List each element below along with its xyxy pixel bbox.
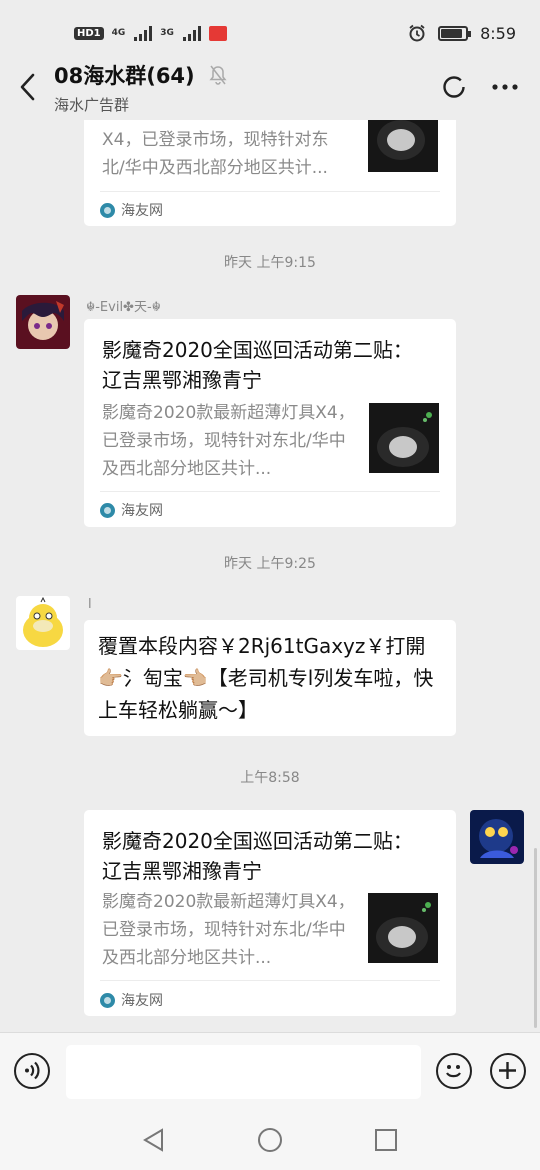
card-thumbnail <box>369 403 439 473</box>
plus-button[interactable] <box>490 1053 526 1089</box>
sender-nickname: ☬-Evil✤天-☬ <box>86 300 161 315</box>
card-title: 影魔奇2020全国巡回活动第二贴： 辽吉黑鄂湘豫青宁 <box>102 829 413 883</box>
chat-title: 08海水群(64) <box>54 63 195 88</box>
card-source: 海友网 <box>100 200 163 220</box>
network-3g-label: 3G <box>160 27 174 38</box>
hd-sub: 1 <box>93 27 101 39</box>
card-divider <box>100 980 440 981</box>
card-desc: 影魔奇2020款最新超薄灯具X4，已登录市场，现特针对东北/华中及西北部分地区共… <box>102 892 355 968</box>
alarm-icon <box>409 24 425 42</box>
clock: 8:59 <box>480 23 516 43</box>
card-source-label: 海友网 <box>121 503 163 519</box>
input-bar <box>0 1032 540 1112</box>
nav-back-icon[interactable] <box>140 1126 168 1154</box>
system-nav-bar <box>0 1112 540 1170</box>
scrollbar[interactable] <box>534 848 537 1028</box>
link-card-1[interactable]: X4，已登录市场，现特针对东 北/华中及西北部分地区共计... 海友网 <box>84 120 456 226</box>
hd-badge: HD1 <box>74 26 104 40</box>
text-message[interactable]: 覆置本段内容￥2Rj61tGaxyz￥打開👉🏼氵匋宝👈🏼【老司机专l列发车啦，快… <box>84 620 456 736</box>
more-icon[interactable] <box>492 84 518 90</box>
chat-subtitle: 海水广告群 <box>54 95 130 114</box>
timestamp: 昨天 上午9:25 <box>224 556 316 572</box>
timestamp: 上午8:58 <box>240 770 300 786</box>
back-button[interactable] <box>0 54 54 120</box>
card-source: 海友网 <box>100 500 163 520</box>
card-desc-line: X4，已登录市场，现特针对东 <box>102 130 329 150</box>
message-input[interactable] <box>66 1045 421 1099</box>
card-source-label: 海友网 <box>121 993 163 1009</box>
card-title: 影魔奇2020全国巡回活动第二贴： 辽吉黑鄂湘豫青宁 <box>102 338 413 392</box>
my-avatar[interactable] <box>470 810 524 864</box>
mute-bell-icon <box>209 65 227 85</box>
sender-nickname: l <box>88 597 92 612</box>
signal-icon <box>134 25 153 41</box>
voice-button[interactable] <box>14 1053 50 1089</box>
card-source-label: 海友网 <box>121 203 163 219</box>
emoji-button[interactable] <box>436 1053 472 1089</box>
source-icon <box>100 502 115 518</box>
card-divider <box>100 191 440 192</box>
link-card-3[interactable]: 影魔奇2020全国巡回活动第二贴： 辽吉黑鄂湘豫青宁 影魔奇2020款最新超薄灯… <box>84 810 456 1016</box>
nav-home-icon[interactable] <box>256 1126 284 1154</box>
card-desc: 影魔奇2020款最新超薄灯具X4，已登录市场，现特针对东北/华中及西北部分地区共… <box>102 403 355 479</box>
card-thumbnail <box>368 120 438 172</box>
card-desc: X4，已登录市场，现特针对东 北/华中及西北部分地区共计... <box>102 126 358 182</box>
card-divider <box>100 491 440 492</box>
avatar[interactable] <box>16 295 70 349</box>
source-icon <box>100 202 115 218</box>
hd-label: HD <box>77 27 94 39</box>
chat-header: 08海水群(64) 海水广告群 <box>0 54 540 120</box>
card-source: 海友网 <box>100 990 163 1010</box>
refresh-icon[interactable] <box>442 75 466 99</box>
emoji-icon <box>446 1065 461 1078</box>
chat-messages[interactable]: X4，已登录市场，现特针对东 北/华中及西北部分地区共计... 海友网 昨天 上… <box>0 120 540 1032</box>
link-card-2[interactable]: 影魔奇2020全国巡回活动第二贴： 辽吉黑鄂湘豫青宁 影魔奇2020款最新超薄灯… <box>84 319 456 527</box>
plus-icon <box>499 1062 516 1079</box>
back-icon <box>20 73 35 101</box>
nav-recents-icon[interactable] <box>372 1126 400 1154</box>
battery-icon <box>438 25 472 41</box>
card-desc-line: 北/华中及西北部分地区共计... <box>102 158 328 178</box>
voice-icon <box>25 1061 40 1080</box>
avatar[interactable] <box>16 596 70 650</box>
timestamp: 昨天 上午9:15 <box>224 255 316 271</box>
signal-icon-2 <box>182 25 201 41</box>
card-thumbnail <box>368 893 438 963</box>
notification-icon <box>208 25 227 41</box>
source-icon <box>100 992 115 1008</box>
network-4g-label: 4G <box>111 27 126 38</box>
